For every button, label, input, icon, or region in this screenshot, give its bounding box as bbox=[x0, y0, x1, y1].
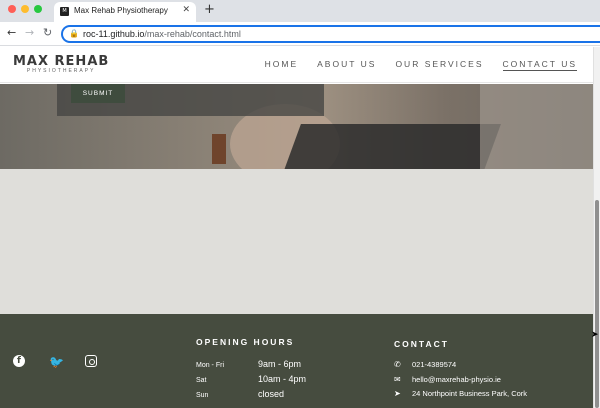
back-arrow-icon[interactable]: ← bbox=[7, 26, 16, 39]
new-tab-icon[interactable]: + bbox=[204, 2, 215, 17]
hours-day: Sat bbox=[196, 377, 207, 384]
reload-icon[interactable]: ↻ bbox=[43, 26, 52, 39]
instagram-icon[interactable] bbox=[85, 355, 97, 367]
logo-subtitle: PHYSIOTHERAPY bbox=[26, 68, 96, 74]
logo-main-text: MAX REHAB bbox=[13, 54, 110, 69]
nav-link-contact-us[interactable]: CONTACT US bbox=[502, 59, 577, 71]
browser-tab-bar: M Max Rehab Physiotherapy ✕ + bbox=[0, 0, 600, 22]
site-logo[interactable]: MAX REHAB PHYSIOTHERAPY bbox=[13, 54, 110, 75]
address-bar[interactable]: 🔒 roc-11.github.io/max-rehab/contact.htm… bbox=[61, 25, 600, 43]
close-tab-icon[interactable]: ✕ bbox=[182, 5, 190, 15]
hero-image: SUBMIT bbox=[0, 84, 593, 169]
minimize-window-button[interactable] bbox=[21, 5, 29, 13]
mouse-cursor-icon: ➤ bbox=[591, 330, 599, 340]
facebook-icon[interactable]: f bbox=[13, 355, 25, 367]
map-placeholder bbox=[0, 169, 593, 314]
contact-heading: CONTACT bbox=[394, 339, 449, 349]
hours-time: closed bbox=[258, 389, 285, 399]
nav-link-home[interactable]: HOME bbox=[265, 59, 299, 71]
submit-button[interactable]: SUBMIT bbox=[71, 84, 125, 103]
browser-toolbar: ← → ↻ 🔒 roc-11.github.io/max-rehab/conta… bbox=[0, 22, 600, 46]
hero-photo-shape bbox=[212, 134, 226, 164]
location-arrow-icon: ➤ bbox=[394, 389, 401, 398]
browser-tab[interactable]: M Max Rehab Physiotherapy ✕ bbox=[54, 2, 196, 22]
zoom-window-button[interactable] bbox=[34, 5, 42, 13]
url-text[interactable]: roc-11.github.io/max-rehab/contact.html bbox=[83, 29, 241, 39]
nav-link-our-services[interactable]: OUR SERVICES bbox=[395, 59, 483, 71]
tab-title: Max Rehab Physiotherapy bbox=[74, 6, 168, 15]
envelope-icon: ✉ bbox=[394, 375, 401, 384]
hero-photo-shape bbox=[279, 124, 501, 169]
hero-photo-shape bbox=[480, 84, 593, 169]
phone-icon: ✆ bbox=[394, 360, 401, 369]
phone-text[interactable]: 021-4389574 bbox=[412, 360, 456, 369]
site-header: MAX REHAB PHYSIOTHERAPY HOME ABOUT US OU… bbox=[0, 47, 593, 83]
hours-day: Mon - Fri bbox=[196, 362, 224, 369]
page-scrollbar-thumb[interactable] bbox=[595, 200, 599, 408]
nav-link-about-us[interactable]: ABOUT US bbox=[317, 59, 376, 71]
twitter-icon[interactable]: 🐦 bbox=[49, 355, 64, 369]
favicon-icon: M bbox=[60, 7, 69, 16]
main-nav: HOME ABOUT US OUR SERVICES CONTACT US bbox=[265, 59, 577, 71]
hours-time: 10am - 4pm bbox=[258, 374, 307, 384]
lock-icon[interactable]: 🔒 bbox=[69, 29, 79, 38]
address-text: 24 Northpoint Business Park, Cork bbox=[412, 389, 528, 398]
hours-time: 9am - 6pm bbox=[258, 359, 302, 369]
close-window-button[interactable] bbox=[8, 5, 16, 13]
opening-hours-heading: OPENING HOURS bbox=[196, 337, 295, 347]
forward-arrow-icon[interactable]: → bbox=[25, 26, 34, 39]
email-text[interactable]: hello@maxrehab-physio.ie bbox=[412, 375, 501, 384]
hours-day: Sun bbox=[196, 392, 209, 399]
